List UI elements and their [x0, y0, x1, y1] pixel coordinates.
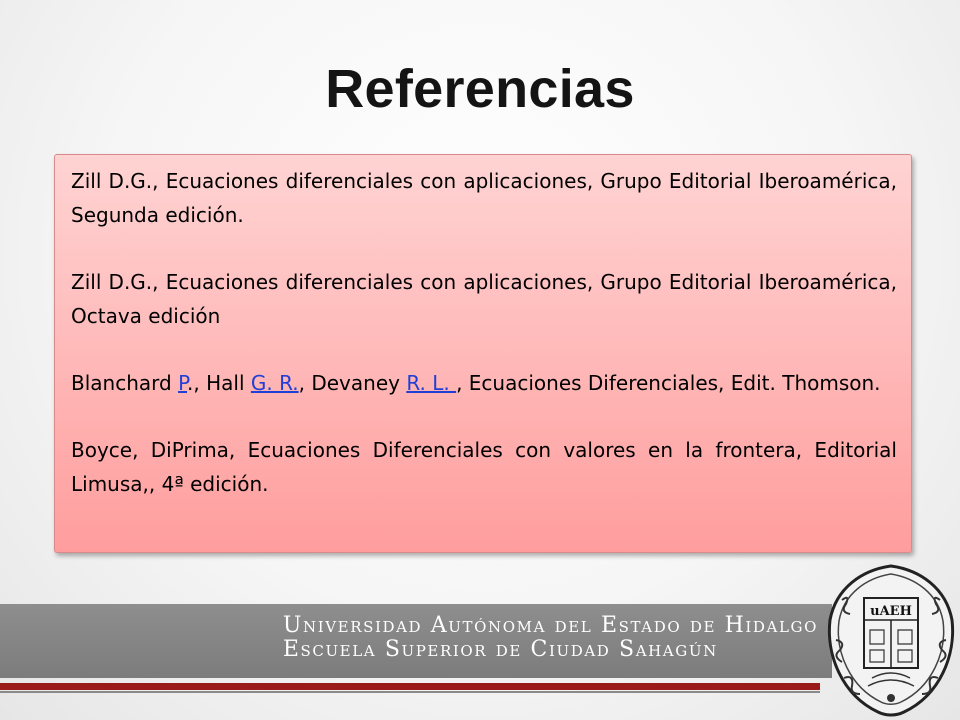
reference-item: Zill D.G., Ecuaciones diferenciales con …: [71, 169, 897, 227]
reference-text: ., Hall: [187, 371, 251, 395]
footer-banner: Universidad Autónoma del Estado de Hidal…: [0, 604, 832, 678]
school-name: Escuela Superior de Ciudad Sahagún: [282, 637, 718, 662]
author-link-hall[interactable]: G. R.: [251, 371, 299, 395]
author-link-devaney[interactable]: R. L.: [406, 371, 456, 395]
author-link-blanchard[interactable]: P: [178, 371, 187, 395]
reference-item: Blanchard P., Hall G. R., Devaney R. L. …: [71, 366, 897, 400]
seal-monogram: uAEH: [870, 604, 912, 619]
footer-grey-line: [0, 691, 820, 693]
slide: Referencias Zill D.G., Ecuaciones difere…: [0, 0, 960, 720]
reference-text: , Devaney: [298, 371, 407, 395]
university-name: Universidad Autónoma del Estado de Hidal…: [282, 613, 818, 638]
footer-red-line: [0, 683, 820, 690]
footer-institution: Universidad Autónoma del Estado de Hidal…: [283, 614, 818, 662]
reference-text: , Ecuaciones Diferenciales, Edit. Thomso…: [456, 371, 881, 395]
reference-item: Boyce, DiPrima, Ecuaciones Diferenciales…: [71, 438, 897, 496]
reference-item: Zill D.G., Ecuaciones diferenciales con …: [71, 270, 897, 328]
university-seal-icon: uAEH: [827, 564, 955, 717]
references-box: Zill D.G., Ecuaciones diferenciales con …: [54, 154, 912, 553]
slide-title: Referencias: [325, 59, 635, 119]
reference-text: Blanchard: [71, 371, 179, 395]
